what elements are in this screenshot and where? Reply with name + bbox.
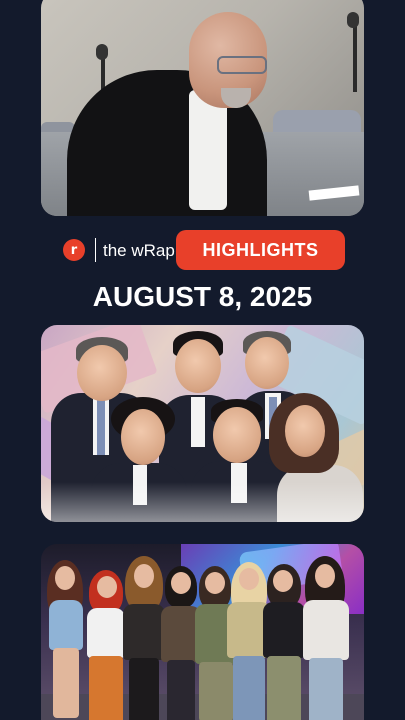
white-collar — [189, 90, 227, 210]
glasses — [217, 56, 267, 74]
page: r the wRap HIGHLIGHTS AUGUST 8, 2025 — [0, 0, 405, 720]
brand-row: r the wRap HIGHLIGHTS — [0, 230, 405, 270]
rappler-logo-icon[interactable]: r — [63, 239, 85, 261]
brand-divider — [95, 238, 96, 262]
microphone-stand-right — [353, 22, 357, 92]
news-card-courtroom-photo[interactable] — [41, 0, 364, 216]
microphone-icon — [96, 44, 108, 60]
news-card-group-portrait[interactable] — [41, 325, 364, 522]
microphone-icon — [347, 12, 359, 28]
logo-letter: r — [70, 242, 78, 258]
highlights-button[interactable]: HIGHLIGHTS — [176, 230, 345, 270]
image-fade — [41, 482, 364, 522]
date-heading: AUGUST 8, 2025 — [92, 281, 313, 312]
news-card-stage-photo[interactable] — [41, 544, 364, 720]
brand-name: the wRap — [103, 241, 175, 260]
